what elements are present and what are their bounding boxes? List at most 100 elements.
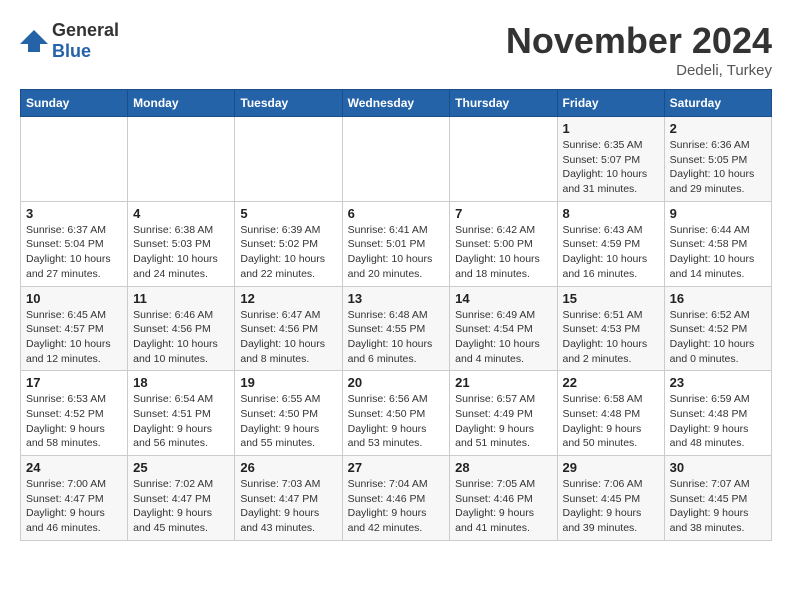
day-info: Sunrise: 6:58 AM Sunset: 4:48 PM Dayligh… [563,393,643,449]
day-number: 29 [563,460,659,475]
day-cell: 18 Sunrise: 6:54 AM Sunset: 4:51 PM Dayli… [128,371,235,456]
day-number: 22 [563,375,659,390]
day-info: Sunrise: 6:36 AM Sunset: 5:05 PM Dayligh… [670,139,755,195]
day-info: Sunrise: 6:47 AM Sunset: 4:56 PM Dayligh… [240,309,325,365]
day-number: 11 [133,291,229,306]
day-info: Sunrise: 6:38 AM Sunset: 5:03 PM Dayligh… [133,224,218,280]
day-number: 25 [133,460,229,475]
day-info: Sunrise: 6:35 AM Sunset: 5:07 PM Dayligh… [563,139,648,195]
day-number: 14 [455,291,551,306]
day-cell: 19 Sunrise: 6:55 AM Sunset: 4:50 PM Dayli… [235,371,342,456]
day-number: 7 [455,206,551,221]
day-info: Sunrise: 7:00 AM Sunset: 4:47 PM Dayligh… [26,478,106,534]
day-info: Sunrise: 7:04 AM Sunset: 4:46 PM Dayligh… [348,478,428,534]
day-number: 26 [240,460,336,475]
logo-text: General Blue [52,20,119,62]
day-number: 3 [26,206,122,221]
calendar-body: 1 Sunrise: 6:35 AM Sunset: 5:07 PM Daylig… [21,117,772,541]
day-info: Sunrise: 6:43 AM Sunset: 4:59 PM Dayligh… [563,224,648,280]
day-number: 28 [455,460,551,475]
day-info: Sunrise: 6:51 AM Sunset: 4:53 PM Dayligh… [563,309,648,365]
column-header-tuesday: Tuesday [235,90,342,117]
title-area: November 2024 Dedeli, Turkey [506,20,772,79]
day-cell: 2Sunrise: 6:36 AM Sunset: 5:05 PM Daylig… [664,117,771,202]
day-number: 18 [133,375,229,390]
day-info: Sunrise: 6:39 AM Sunset: 5:02 PM Dayligh… [240,224,325,280]
day-number: 8 [563,206,659,221]
day-info: Sunrise: 6:48 AM Sunset: 4:55 PM Dayligh… [348,309,433,365]
day-cell: 28 Sunrise: 7:05 AM Sunset: 4:46 PM Dayli… [450,456,557,541]
day-cell: 24 Sunrise: 7:00 AM Sunset: 4:47 PM Dayli… [21,456,128,541]
day-cell: 27 Sunrise: 7:04 AM Sunset: 4:46 PM Dayli… [342,456,450,541]
day-cell: 1 Sunrise: 6:35 AM Sunset: 5:07 PM Daylig… [557,117,664,202]
calendar-table: SundayMondayTuesdayWednesdayThursdayFrid… [20,89,772,541]
week-row-2: 3Sunrise: 6:37 AM Sunset: 5:04 PM Daylig… [21,201,772,286]
day-cell: 23 Sunrise: 6:59 AM Sunset: 4:48 PM Dayli… [664,371,771,456]
day-cell: 9Sunrise: 6:44 AM Sunset: 4:58 PM Daylig… [664,201,771,286]
day-info: Sunrise: 6:53 AM Sunset: 4:52 PM Dayligh… [26,393,106,449]
day-number: 20 [348,375,445,390]
day-cell: 30 Sunrise: 7:07 AM Sunset: 4:45 PM Dayli… [664,456,771,541]
day-cell: 21Sunrise: 6:57 AM Sunset: 4:49 PM Dayli… [450,371,557,456]
day-info: Sunrise: 6:59 AM Sunset: 4:48 PM Dayligh… [670,393,750,449]
logo: General Blue [20,20,119,62]
day-cell: 25 Sunrise: 7:02 AM Sunset: 4:47 PM Dayli… [128,456,235,541]
day-cell: 10Sunrise: 6:45 AM Sunset: 4:57 PM Dayli… [21,286,128,371]
day-cell: 16 Sunrise: 6:52 AM Sunset: 4:52 PM Dayli… [664,286,771,371]
column-header-friday: Friday [557,90,664,117]
day-number: 6 [348,206,445,221]
day-number: 24 [26,460,122,475]
day-info: Sunrise: 6:42 AM Sunset: 5:00 PM Dayligh… [455,224,540,280]
logo-icon [20,30,48,52]
day-cell: 17 Sunrise: 6:53 AM Sunset: 4:52 PM Dayli… [21,371,128,456]
header: General Blue November 2024 Dedeli, Turke… [20,20,772,79]
column-header-monday: Monday [128,90,235,117]
week-row-3: 10Sunrise: 6:45 AM Sunset: 4:57 PM Dayli… [21,286,772,371]
day-info: Sunrise: 7:03 AM Sunset: 4:47 PM Dayligh… [240,478,320,534]
day-cell [450,117,557,202]
calendar-header-row: SundayMondayTuesdayWednesdayThursdayFrid… [21,90,772,117]
day-cell: 5 Sunrise: 6:39 AM Sunset: 5:02 PM Daylig… [235,201,342,286]
day-info: Sunrise: 6:49 AM Sunset: 4:54 PM Dayligh… [455,309,540,365]
day-cell: 11Sunrise: 6:46 AM Sunset: 4:56 PM Dayli… [128,286,235,371]
day-number: 5 [240,206,336,221]
day-cell: 26 Sunrise: 7:03 AM Sunset: 4:47 PM Dayli… [235,456,342,541]
day-cell: 13 Sunrise: 6:48 AM Sunset: 4:55 PM Dayli… [342,286,450,371]
day-info: Sunrise: 6:57 AM Sunset: 4:49 PM Dayligh… [455,393,535,449]
logo-general: General [52,20,119,40]
day-info: Sunrise: 7:07 AM Sunset: 4:45 PM Dayligh… [670,478,750,534]
week-row-5: 24 Sunrise: 7:00 AM Sunset: 4:47 PM Dayli… [21,456,772,541]
day-number: 1 [563,121,659,136]
day-cell: 7 Sunrise: 6:42 AM Sunset: 5:00 PM Daylig… [450,201,557,286]
day-cell: 20 Sunrise: 6:56 AM Sunset: 4:50 PM Dayli… [342,371,450,456]
column-header-saturday: Saturday [664,90,771,117]
day-cell: 3Sunrise: 6:37 AM Sunset: 5:04 PM Daylig… [21,201,128,286]
day-number: 30 [670,460,766,475]
day-cell: 29Sunrise: 7:06 AM Sunset: 4:45 PM Dayli… [557,456,664,541]
day-number: 16 [670,291,766,306]
day-cell: 8 Sunrise: 6:43 AM Sunset: 4:59 PM Daylig… [557,201,664,286]
day-info: Sunrise: 6:55 AM Sunset: 4:50 PM Dayligh… [240,393,320,449]
day-cell: 4Sunrise: 6:38 AM Sunset: 5:03 PM Daylig… [128,201,235,286]
day-info: Sunrise: 6:54 AM Sunset: 4:51 PM Dayligh… [133,393,213,449]
day-info: Sunrise: 7:05 AM Sunset: 4:46 PM Dayligh… [455,478,535,534]
day-info: Sunrise: 6:52 AM Sunset: 4:52 PM Dayligh… [670,309,755,365]
day-info: Sunrise: 7:02 AM Sunset: 4:47 PM Dayligh… [133,478,213,534]
day-info: Sunrise: 6:56 AM Sunset: 4:50 PM Dayligh… [348,393,428,449]
day-cell: 6 Sunrise: 6:41 AM Sunset: 5:01 PM Daylig… [342,201,450,286]
column-header-sunday: Sunday [21,90,128,117]
logo-blue: Blue [52,41,91,61]
day-number: 15 [563,291,659,306]
week-row-4: 17 Sunrise: 6:53 AM Sunset: 4:52 PM Dayli… [21,371,772,456]
day-cell [128,117,235,202]
column-header-thursday: Thursday [450,90,557,117]
day-number: 13 [348,291,445,306]
day-number: 17 [26,375,122,390]
day-number: 23 [670,375,766,390]
day-cell: 22 Sunrise: 6:58 AM Sunset: 4:48 PM Dayli… [557,371,664,456]
column-header-wednesday: Wednesday [342,90,450,117]
day-number: 10 [26,291,122,306]
day-number: 19 [240,375,336,390]
day-info: Sunrise: 6:41 AM Sunset: 5:01 PM Dayligh… [348,224,433,280]
day-number: 27 [348,460,445,475]
